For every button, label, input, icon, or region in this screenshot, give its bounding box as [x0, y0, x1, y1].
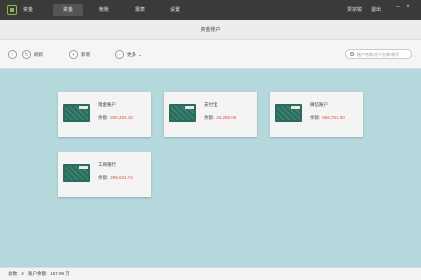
- count-value: 4: [21, 271, 24, 276]
- refresh-icon: ↻: [22, 50, 31, 59]
- search-box[interactable]: [345, 49, 412, 59]
- more-label: 更多: [127, 51, 136, 57]
- tab-ledger[interactable]: 帐账: [89, 0, 119, 20]
- back-button[interactable]: ‹: [8, 49, 20, 60]
- close-icon[interactable]: ×: [405, 4, 411, 10]
- add-icon: +: [69, 50, 78, 59]
- user-name[interactable]: 贾宗锐: [347, 0, 362, 20]
- tab-funds[interactable]: 资金: [53, 4, 83, 16]
- account-name: 微信账户: [310, 102, 328, 107]
- bank-card-image: [63, 164, 90, 182]
- page-title: 资金账户: [0, 20, 421, 40]
- top-navigation-bar: 资金 资金 帐账 报表 设置 贾宗锐 退出 – ×: [0, 0, 421, 20]
- account-card-icbc[interactable]: 工商银行 余额: 299,641.74: [58, 152, 151, 197]
- chevron-down-icon: ⌄: [138, 51, 142, 57]
- search-input[interactable]: [356, 51, 411, 57]
- account-card-wechat[interactable]: 微信账户 余额: 866,761.00: [270, 92, 363, 137]
- status-bar: 总数: 4 账户余额: 157.99 万: [0, 267, 421, 280]
- account-balance: 余额: 33,295.06: [204, 115, 237, 120]
- total-label: 账户余额:: [28, 271, 48, 276]
- account-balance: 余额: 299,641.74: [98, 175, 133, 180]
- account-name: 支付宝: [204, 102, 218, 107]
- account-name: 工商银行: [98, 162, 116, 167]
- bank-card-image: [63, 104, 90, 122]
- account-name: 现金账户: [98, 102, 116, 107]
- account-balance: 余额: 866,761.00: [310, 115, 345, 120]
- tab-settings[interactable]: 设置: [160, 0, 190, 20]
- total-value: 157.99 万: [50, 271, 70, 276]
- tab-reports[interactable]: 报表: [125, 0, 155, 20]
- exit-button[interactable]: 退出: [371, 0, 381, 20]
- add-button[interactable]: + 新增: [69, 49, 90, 60]
- account-card-alipay[interactable]: 支付宝 余额: 33,295.06: [164, 92, 257, 137]
- bank-card-image: [275, 104, 302, 122]
- bank-card-image: [169, 104, 196, 122]
- accounts-area: 现金账户 余额: 930,493.15 支付宝 余额: 33,295.06 微信账户…: [0, 69, 421, 267]
- count-label: 总数:: [8, 271, 19, 276]
- more-icon: ⋯: [115, 50, 124, 59]
- account-balance: 余额: 930,493.15: [98, 115, 133, 120]
- account-card-cash[interactable]: 现金账户 余额: 930,493.15: [58, 92, 151, 137]
- add-label: 新增: [81, 51, 90, 57]
- search-icon: [350, 52, 354, 56]
- refresh-button[interactable]: ↻ 刷新: [22, 49, 43, 60]
- more-button[interactable]: ⋯ 更多 ⌄: [115, 49, 142, 60]
- minimize-icon[interactable]: –: [395, 4, 401, 10]
- refresh-label: 刷新: [34, 51, 43, 57]
- back-icon: ‹: [8, 50, 17, 59]
- tab-home[interactable]: 资金: [13, 0, 43, 20]
